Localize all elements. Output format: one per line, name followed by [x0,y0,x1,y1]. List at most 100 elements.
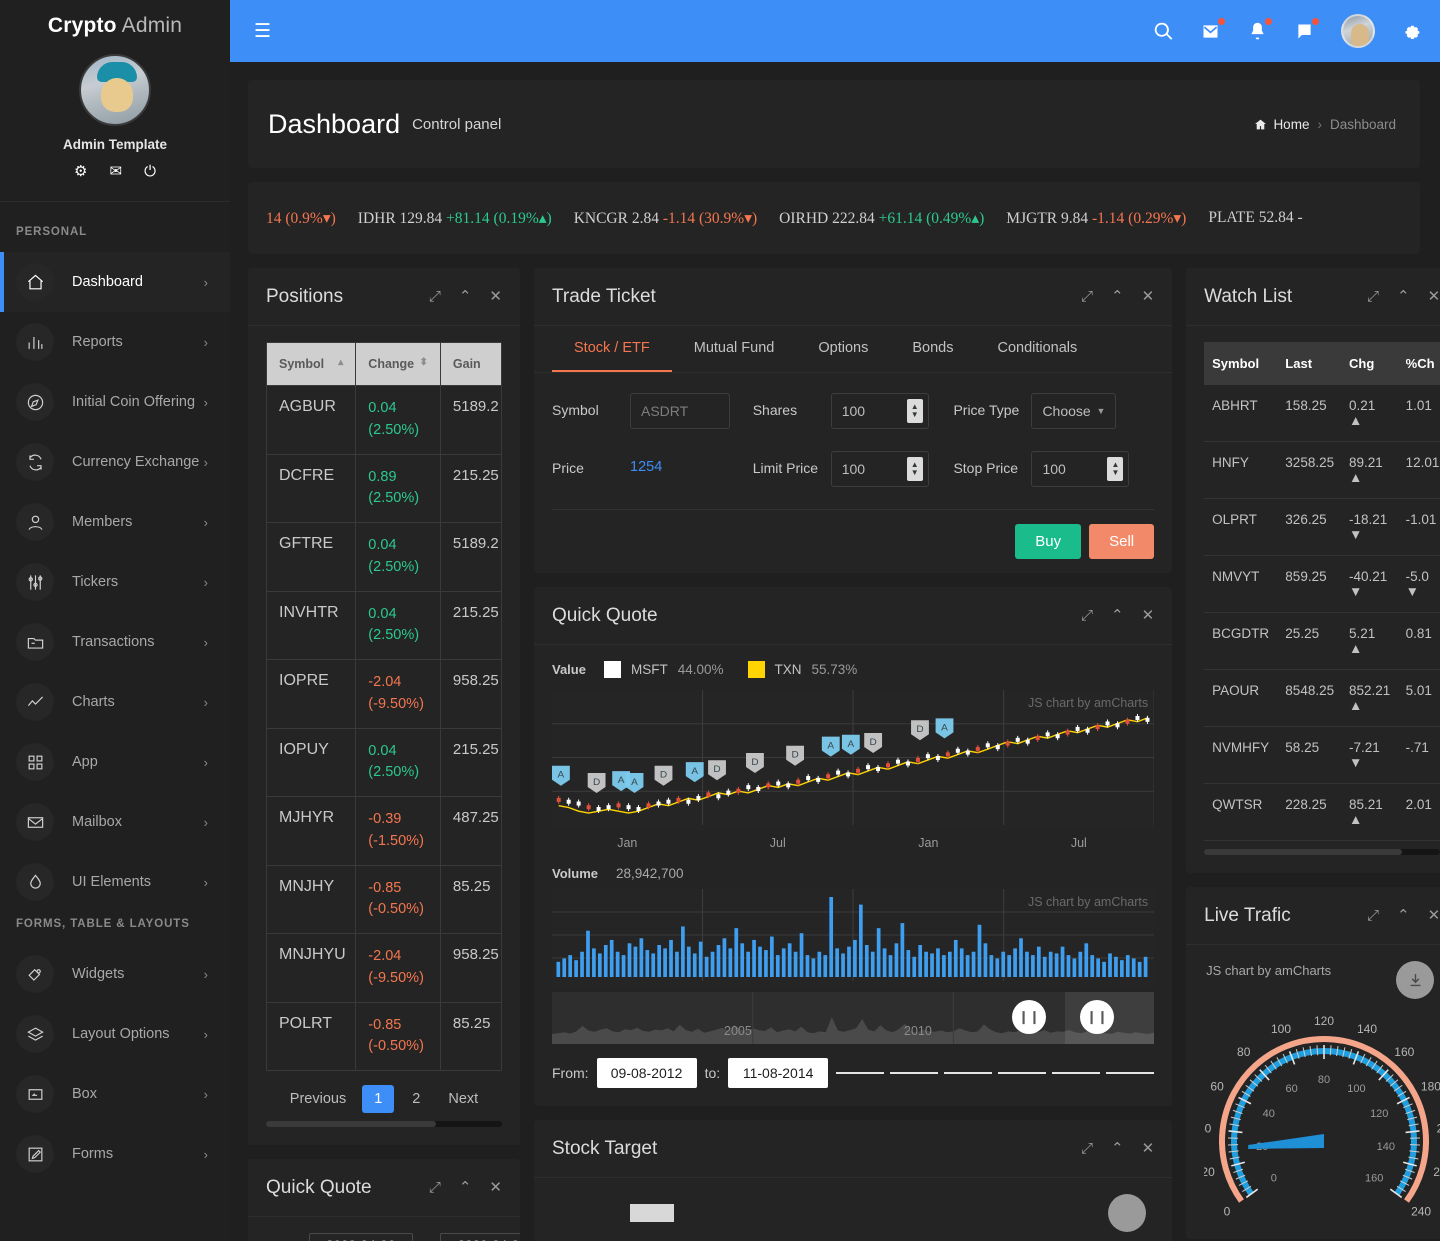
tab-conditionals[interactable]: Conditionals [975,326,1099,372]
sell-button[interactable]: Sell [1089,524,1155,559]
sidebar-item-box[interactable]: Box › [0,1064,230,1124]
envelope-icon[interactable] [1200,17,1225,42]
horizontal-scrollbar[interactable] [1204,849,1440,855]
collapse-icon[interactable]: ⌃ [1397,908,1410,923]
sidebar-item-members[interactable]: Members › [0,492,230,552]
spinner-buttons[interactable]: ▲ ▼ [906,399,923,423]
table-row[interactable]: INVHTR 0.04 (2.50%) 215.25 [265,590,503,660]
sidebar-item-mailbox[interactable]: Mailbox › [0,792,230,852]
close-icon[interactable]: ✕ [1142,1141,1155,1156]
avatar[interactable] [79,54,151,126]
expand-icon[interactable]: ⤢ [1367,908,1379,923]
column-header-pctchg[interactable]: %Ch [1397,342,1440,385]
table-row[interactable]: NMVYT 859.25 -40.21 ▼ -5.0 ▼ [1204,555,1440,613]
table-row[interactable]: HNFY 3258.25 89.21 ▲ 12.01 [1204,441,1440,499]
gauge-chart[interactable]: JS chart by amCharts 0 20 40 60 80 100 120 140 1… [1198,961,1440,1221]
tab-options[interactable]: Options [796,326,890,372]
sidebar-item-reports[interactable]: Reports › [0,312,230,372]
volume-chart[interactable]: JS chart by amCharts [552,889,1155,986]
collapse-icon[interactable]: ⌃ [1397,289,1410,304]
buy-button[interactable]: Buy [1015,524,1082,559]
sidebar-item-dashboard[interactable]: Dashboard › [0,252,230,312]
period-tick[interactable] [1106,1072,1155,1074]
to-date-input[interactable] [440,1233,520,1241]
period-selector[interactable] [836,1072,1155,1074]
sidebar-item-currency-exchange[interactable]: Currency Exchange › [0,432,230,492]
legend-swatch-txn[interactable] [747,661,765,678]
brand-logo[interactable]: Crypto Admin [0,0,230,46]
sidebar-item-transactions[interactable]: Transactions › [0,612,230,672]
shares-stepper[interactable]: ▲▼ [830,393,929,429]
gear-icon[interactable]: ⚙ [74,164,87,179]
stock-ticker-bar[interactable]: 14 (0.9%▾) IDHR 129.84 +81.14 (0.19%▴) K… [248,182,1420,254]
sidebar-item-layout-options[interactable]: Layout Options › [0,1004,230,1064]
column-header-last[interactable]: Last [1277,342,1342,385]
expand-icon[interactable]: ⤢ [429,1180,441,1195]
table-row[interactable]: IOPUY 0.04 (2.50%) 215.25 [265,727,503,797]
pagination-previous[interactable]: Previous [280,1085,356,1113]
envelope-icon[interactable]: ✉ [110,164,123,179]
column-header-change[interactable]: Change ⬍ [355,342,441,386]
table-row[interactable]: QWTSR 228.25 85.21 ▲ 2.01 [1204,783,1440,841]
table-row[interactable]: IOPRE -2.04 (-9.50%) 958.25 [265,659,503,729]
sidebar-item-initial-coin-offering[interactable]: Initial Coin Offering › [0,372,230,432]
tab-mutual-fund[interactable]: Mutual Fund [672,326,797,372]
to-date-input[interactable] [728,1058,829,1088]
pagination-next[interactable]: Next [438,1085,488,1113]
expand-icon[interactable]: ⤢ [1367,289,1379,304]
limit-price-stepper[interactable]: ▲▼ [830,451,929,487]
expand-icon[interactable]: ⤢ [1081,608,1093,623]
column-header-symbol[interactable]: Symbol ▴ [265,342,357,386]
sidebar-item-forms[interactable]: Forms › [0,1124,230,1184]
close-icon[interactable]: ✕ [1428,908,1440,923]
bell-icon[interactable] [1247,17,1272,42]
expand-icon[interactable]: ⤢ [429,289,441,304]
spinner-buttons[interactable]: ▲ ▼ [1107,457,1124,481]
sidebar-item-widgets[interactable]: Widgets › [0,944,230,1004]
expand-icon[interactable]: ⤢ [1081,1141,1093,1156]
table-row[interactable]: MNJHYU -2.04 (-9.50%) 958.25 [265,933,503,1003]
table-row[interactable]: DCFRE 0.89 (2.50%) 215.25 [265,453,503,523]
table-row[interactable]: GFTRE 0.04 (2.50%) 5189.2 [265,522,503,592]
period-tick[interactable] [1052,1072,1101,1074]
collapse-icon[interactable]: ⌃ [1111,289,1124,304]
table-row[interactable]: BCGDTR 25.25 5.21 ▲ 0.81 [1204,612,1440,670]
table-row[interactable]: OLPRT 326.25 -18.21 ▼ -1.01 [1204,498,1440,556]
table-row[interactable]: POLRT -0.85 (-0.50%) 85.25 [265,1001,503,1071]
period-tick[interactable] [944,1072,993,1074]
table-row[interactable]: NVMHFY 58.25 -7.21 ▼ -.71 [1204,726,1440,784]
close-icon[interactable]: ✕ [489,289,502,304]
sidebar-item-ui-elements[interactable]: UI Elements › [0,852,230,912]
collapse-icon[interactable]: ⌃ [1111,1141,1124,1156]
search-icon[interactable] [1153,21,1174,42]
table-row[interactable]: MJHYR -0.39 (-1.50%) 487.25 [265,796,503,866]
download-icon[interactable] [1108,1194,1147,1232]
pagination-page-1[interactable]: 1 [362,1085,395,1113]
period-tick[interactable] [836,1072,885,1074]
power-icon[interactable]: ⏻ [144,164,156,179]
spinner-buttons[interactable]: ▲ ▼ [906,457,923,481]
from-date-input[interactable] [596,1058,697,1088]
collapse-icon[interactable]: ⌃ [1111,608,1124,623]
chat-icon[interactable] [1294,17,1319,42]
sidebar-item-charts[interactable]: Charts › [0,672,230,732]
horizontal-scrollbar[interactable] [266,1121,502,1127]
price-chart[interactable]: ADAADADDDAADDA JS chart by amCharts [552,690,1155,830]
close-icon[interactable]: ✕ [1142,608,1155,623]
column-header-symbol[interactable]: Symbol [1204,342,1278,385]
period-tick[interactable] [890,1072,939,1074]
download-icon[interactable] [1396,961,1435,999]
close-icon[interactable]: ✕ [1142,289,1155,304]
breadcrumb-home[interactable]: Home [1254,117,1309,132]
table-row[interactable]: PAOUR 8548.25 852.21 ▲ 5.01 [1204,669,1440,727]
gear-icon[interactable] [1401,21,1422,42]
close-icon[interactable]: ✕ [489,1180,502,1195]
pagination-page-2[interactable]: 2 [400,1085,432,1113]
tab-stock-etf[interactable]: Stock / ETF [552,326,672,372]
sidebar-item-app[interactable]: App › [0,732,230,792]
legend-swatch-msft[interactable] [603,661,621,678]
price-type-select[interactable]: Choose ▼ [1031,393,1117,429]
collapse-icon[interactable]: ⌃ [459,1180,472,1195]
column-header-chg[interactable]: Chg [1341,342,1398,385]
table-row[interactable]: ABHRT 158.25 0.21 ▲ 1.01 [1204,385,1440,442]
